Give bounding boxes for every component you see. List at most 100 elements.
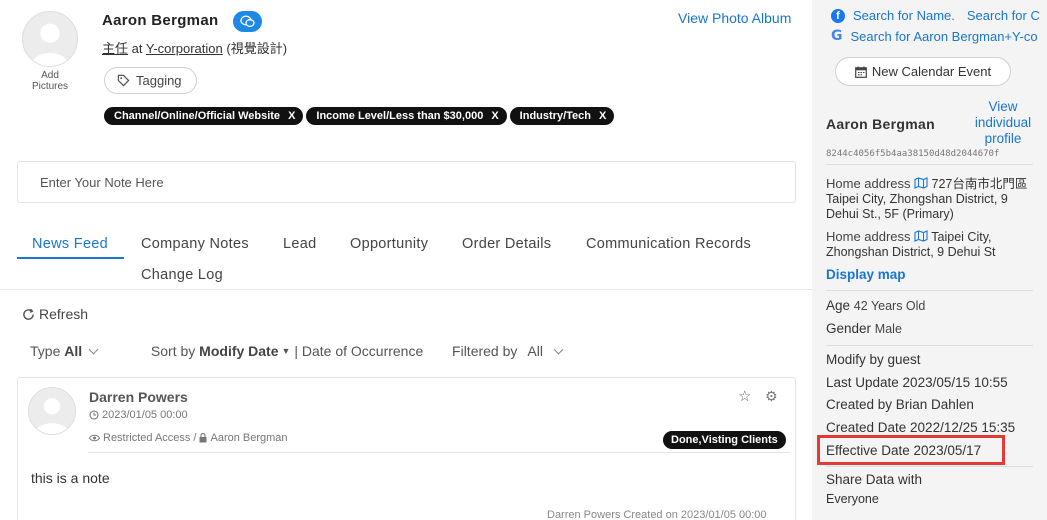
sidebar-divider: [826, 290, 1033, 291]
tab-change-log[interactable]: Change Log: [141, 267, 223, 283]
tab-company-notes[interactable]: Company Notes: [141, 236, 249, 252]
sidebar-name: Aaron Bergman: [826, 116, 935, 132]
facebook-search-row: f Search for Name. Search for C: [831, 8, 1040, 23]
job-title: 主任: [102, 41, 129, 56]
last-update: Last Update 2023/05/15 10:55: [826, 375, 1008, 390]
google-icon: G: [831, 28, 843, 44]
view-individual-profile-link[interactable]: View individual profile: [968, 99, 1038, 147]
feed-date: 2023/01/05 00:00: [89, 409, 188, 421]
primary-label: (Primary): [902, 207, 954, 221]
age-row: Age 42 Years Old: [826, 298, 925, 313]
active-tab-indicator: [17, 257, 124, 259]
view-photo-album-link[interactable]: View Photo Album: [678, 10, 791, 26]
tagging-button[interactable]: Tagging: [104, 67, 197, 94]
lock-icon: [199, 433, 207, 443]
tag-chip-label: Income Level/Less than $30,000: [316, 110, 484, 122]
calendar-icon: [854, 66, 867, 78]
age-value: 42 Years Old: [853, 299, 926, 313]
home-address-2: Home address Taipei City, Zhongshan Dist…: [826, 229, 1036, 260]
type-filter-label: Type: [30, 343, 61, 359]
tab-news-feed[interactable]: News Feed: [32, 236, 108, 252]
google-search-link[interactable]: Search for Aaron Bergman+Y-co: [851, 29, 1038, 44]
google-search-row: G Search for Aaron Bergman+Y-co: [831, 28, 1038, 44]
caret-down-icon: ▼: [281, 346, 291, 356]
tab-communication-records[interactable]: Communication Records: [586, 236, 751, 252]
created-by: Created by Brian Dahlen: [826, 397, 974, 412]
new-calendar-event-button[interactable]: New Calendar Event: [835, 57, 1011, 86]
feed-footer: Darren Powers Created on 2023/01/05 00:0…: [547, 509, 767, 520]
age-label: Age: [826, 298, 851, 313]
at-label: at: [131, 41, 143, 56]
map-icon[interactable]: [914, 230, 928, 242]
sidebar-divider: [826, 164, 1033, 165]
access-separator: /: [193, 432, 197, 444]
address-label: Home address: [826, 229, 911, 244]
tab-bar: News Feed Company Notes Lead Opportunity…: [17, 228, 807, 290]
add-pictures-link[interactable]: Add Pictures: [24, 70, 76, 92]
facebook-search-name-link[interactable]: Search for Name.: [853, 8, 955, 23]
tab-lead[interactable]: Lead: [283, 236, 316, 252]
sort-modify-date[interactable]: Modify Date: [199, 343, 278, 359]
sort-separator: |: [294, 343, 298, 359]
created-date: Created Date 2022/12/25 15:35: [826, 420, 1016, 435]
feed-author: Darren Powers: [89, 389, 188, 405]
tag-chips: Channel/Online/Official Website X Income …: [104, 107, 615, 125]
filtered-by-filter[interactable]: Filtered by All: [452, 343, 564, 359]
remove-tag-button[interactable]: X: [599, 110, 606, 122]
map-icon[interactable]: [914, 177, 928, 189]
modify-by: Modify by guest: [826, 352, 921, 367]
tag-icon: [117, 74, 130, 87]
eye-icon: [89, 434, 100, 442]
gender-value: Male: [874, 322, 902, 336]
gender-row: Gender Male: [826, 321, 902, 336]
facebook-icon: f: [831, 8, 845, 23]
chevron-down-icon: [553, 344, 564, 355]
tag-chip: Industry/Tech X: [509, 107, 615, 125]
tab-divider: [0, 289, 812, 290]
refresh-button[interactable]: Refresh: [22, 306, 88, 322]
effective-date-highlight: [817, 435, 1005, 465]
remove-tag-button[interactable]: X: [288, 110, 295, 122]
refresh-label: Refresh: [39, 306, 89, 322]
profile-avatar[interactable]: [22, 11, 78, 67]
profile-name: Aaron Bergman: [102, 12, 219, 29]
address-label: Home address: [826, 176, 911, 191]
tab-order-details[interactable]: Order Details: [462, 236, 551, 252]
facebook-search-company-link[interactable]: Search for C: [967, 8, 1040, 23]
tag-chip-label: Channel/Online/Official Website: [114, 110, 281, 122]
star-icon[interactable]: ☆: [738, 387, 751, 405]
type-filter[interactable]: Type All: [30, 343, 99, 359]
company-link[interactable]: Y-corporation: [146, 41, 223, 56]
home-address-1: Home address 727台南市北門區 Taipei City, Zhon…: [826, 176, 1036, 222]
display-map-link[interactable]: Display map: [826, 267, 906, 282]
access-label: Restricted Access: [103, 432, 191, 444]
tag-chip: Channel/Online/Official Website X: [104, 107, 304, 125]
feed-access: Restricted Access / Aaron Bergman: [89, 432, 288, 444]
new-calendar-event-label: New Calendar Event: [871, 64, 992, 79]
remove-tag-button[interactable]: X: [491, 110, 498, 122]
wechat-icon[interactable]: [233, 11, 262, 32]
access-owner: Aaron Bergman: [210, 432, 288, 444]
filtered-by-value: All: [527, 343, 543, 359]
tag-chip: Income Level/Less than $30,000 X: [306, 107, 507, 125]
author-avatar: [28, 387, 76, 435]
clock-icon: [89, 410, 99, 420]
gear-icon[interactable]: ⚙: [765, 388, 778, 405]
sort-date-of-occurrence[interactable]: Date of Occurrence: [302, 343, 423, 359]
note-input-box: [17, 161, 796, 203]
tag-chip-label: Industry/Tech: [519, 110, 591, 122]
card-divider: [88, 452, 790, 453]
share-data-value: Everyone: [826, 492, 879, 506]
sidebar-divider: [826, 345, 1033, 346]
note-input[interactable]: [18, 162, 795, 202]
type-filter-value: All: [64, 343, 83, 359]
feed-date-text: 2023/01/05 00:00: [102, 409, 188, 421]
chevron-down-icon: [88, 344, 99, 355]
sidebar-divider: [826, 466, 1033, 467]
gender-label: Gender: [826, 321, 872, 336]
profile-role: 主任 at Y-corporation (視覺設計): [102, 38, 287, 57]
tagging-label: Tagging: [136, 73, 182, 88]
filtered-by-label: Filtered by: [452, 343, 518, 359]
department: (視覺設計): [226, 41, 288, 56]
tab-opportunity[interactable]: Opportunity: [350, 236, 428, 252]
